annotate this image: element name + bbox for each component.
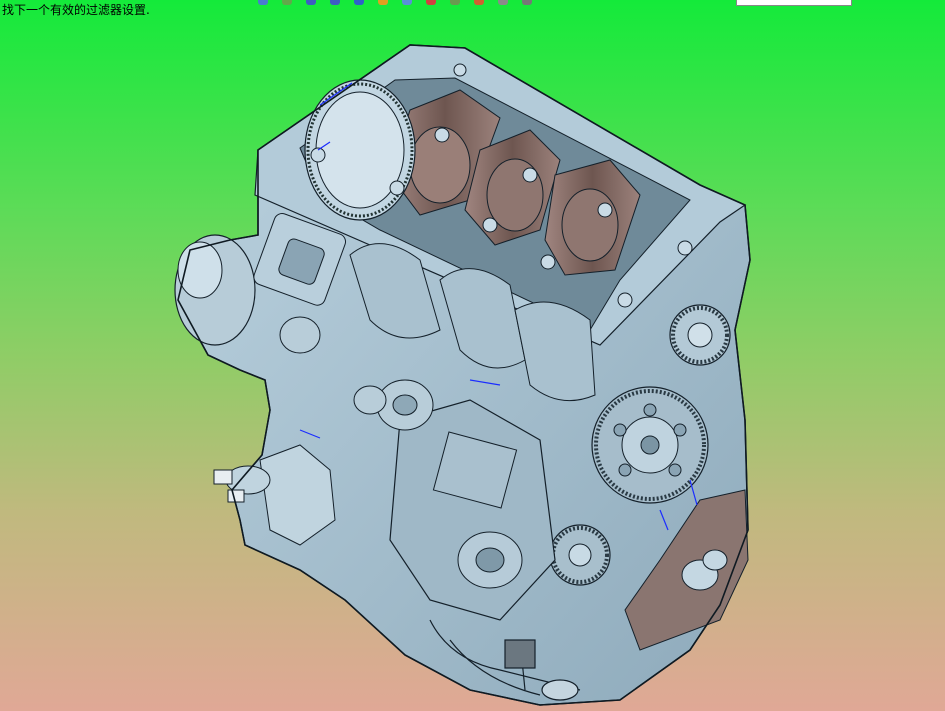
graphics-viewport[interactable]: 找下一个有效的过滤器设置.	[0, 0, 945, 711]
crank-bearing-3	[561, 188, 619, 262]
thermostat-pipes	[213, 444, 336, 546]
engine-block-model[interactable]	[0, 0, 945, 711]
